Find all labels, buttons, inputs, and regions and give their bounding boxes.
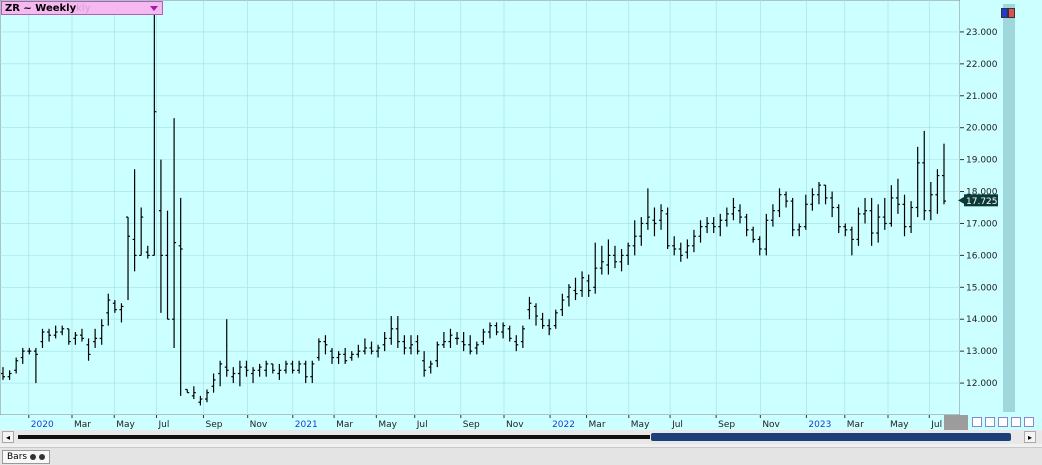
scroll-right-icon[interactable]: ▸ <box>1024 431 1036 443</box>
y-tick-label: 23.000 <box>966 28 998 38</box>
plot-area <box>0 0 961 416</box>
bars-tab-label: Bars <box>7 452 28 462</box>
x-tick-label: Nov <box>762 420 780 430</box>
last-price-marker: 17.725 <box>958 194 998 207</box>
corner-right-icon <box>1008 8 1015 18</box>
scroll-track[interactable] <box>18 435 650 439</box>
x-tick-label: Jul <box>671 420 683 430</box>
y-tick-label: 13.000 <box>966 347 998 357</box>
x-tick-label: 2022 <box>552 420 575 430</box>
x-tick-label: 2020 <box>31 420 54 430</box>
nav-button-1[interactable] <box>972 417 982 427</box>
nav-button-5[interactable] <box>1024 417 1034 427</box>
corner-button[interactable] <box>1001 8 1015 18</box>
symbol-selector[interactable]: ZR ~ Weekly kly <box>1 1 163 15</box>
x-tick-label: Jul <box>930 420 942 430</box>
x-tick-label: Mar <box>589 420 606 430</box>
y-tick-label: 19.000 <box>966 156 998 166</box>
scroll-left-icon[interactable]: ◂ <box>2 431 14 443</box>
symbol-ghost-text: kly <box>76 2 91 14</box>
y-tick-label: 21.000 <box>966 92 998 102</box>
x-tick-label: May <box>378 420 397 430</box>
y-tick-label: 20.000 <box>966 124 998 134</box>
bars-tab[interactable]: Bars <box>2 450 51 464</box>
last-price-label: 17.725 <box>966 197 998 207</box>
x-tick-label: Sep <box>206 420 223 430</box>
y-tick-label: 22.000 <box>966 60 998 70</box>
symbol-label: ZR ~ Weekly <box>5 2 77 14</box>
y-tick-label: 15.000 <box>966 283 998 293</box>
x-tick-label: Nov <box>506 420 524 430</box>
y-tick-label: 16.000 <box>966 251 998 261</box>
status-bar: Bars <box>0 447 1042 465</box>
x-tick-label: Mar <box>336 420 353 430</box>
x-tick-label: 2023 <box>808 420 831 430</box>
corner-left-icon <box>1001 8 1008 18</box>
x-tick-label: Jul <box>157 420 169 430</box>
y-tick-label: 12.000 <box>966 379 998 389</box>
y-tick-label: 14.000 <box>966 315 998 325</box>
scroll-thumb[interactable] <box>651 433 1011 441</box>
nav-button-4[interactable] <box>1011 417 1021 427</box>
bars-tab-icon <box>30 454 37 460</box>
dropdown-arrow-icon[interactable] <box>150 6 158 11</box>
price-chart[interactable]: 12.00013.00014.00015.00016.00017.00018.0… <box>0 0 1042 430</box>
x-tick-label: Jul <box>416 420 428 430</box>
horizontal-scrollbar[interactable]: ◂ ▸ <box>0 430 1042 444</box>
axis-corner <box>944 415 968 430</box>
right-strip <box>1003 4 1015 412</box>
x-tick-label: Sep <box>718 420 735 430</box>
nav-button-3[interactable] <box>998 417 1008 427</box>
x-tick-label: May <box>890 420 909 430</box>
x-tick-label: 2021 <box>295 420 318 430</box>
nav-button-2[interactable] <box>985 417 995 427</box>
x-tick-label: May <box>116 420 135 430</box>
y-tick-label: 17.000 <box>966 219 998 229</box>
x-tick-label: May <box>631 420 650 430</box>
x-tick-label: Mar <box>74 420 91 430</box>
x-tick-label: Mar <box>847 420 864 430</box>
x-tick-label: Sep <box>463 420 480 430</box>
chart-window: 12.000 13.000 14.000 15.000 16.000 17.000 18.0… <box>0 0 1042 465</box>
bars-tab-icon-2 <box>39 454 46 460</box>
x-tick-label: Nov <box>250 420 268 430</box>
